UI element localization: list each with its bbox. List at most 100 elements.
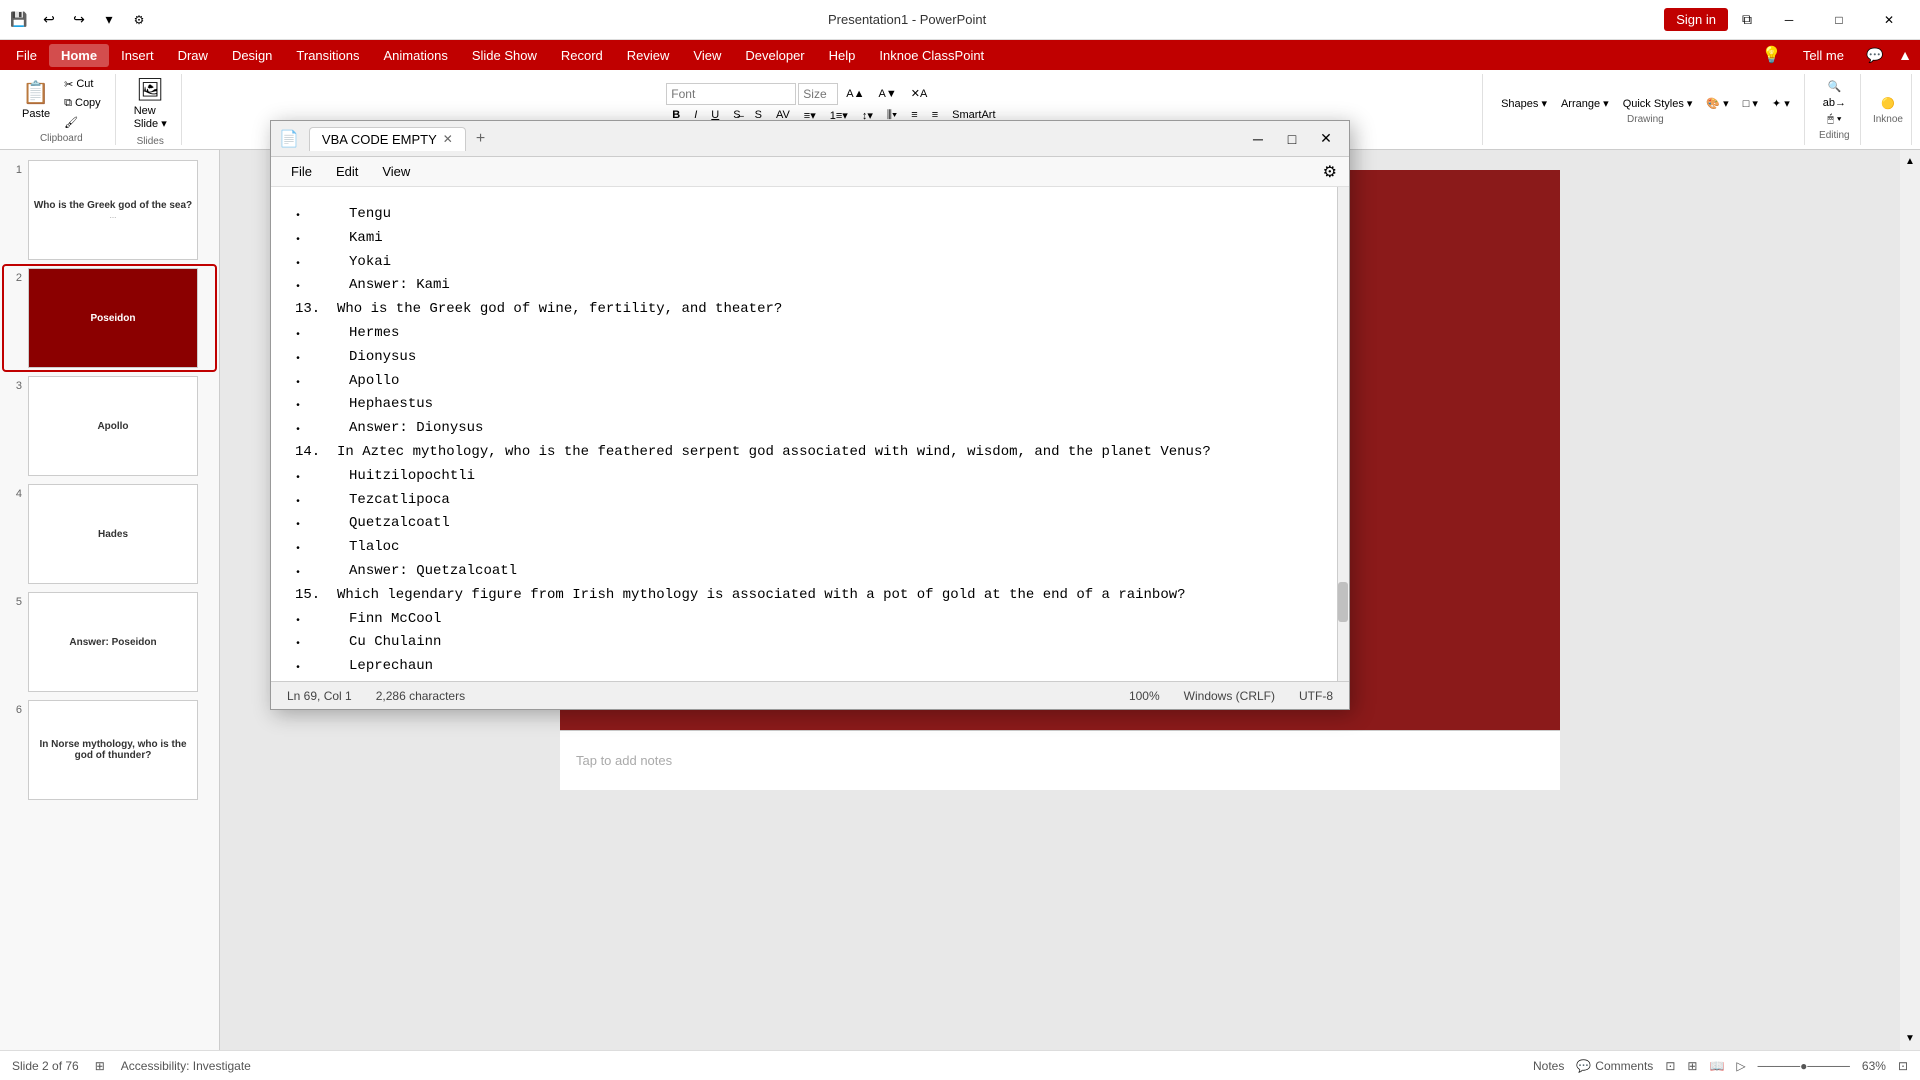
vba-line-yokai: • Yokai (295, 251, 1325, 275)
accessibility-status[interactable]: Accessibility: Investigate (121, 1059, 251, 1073)
menu-animations[interactable]: Animations (372, 44, 460, 67)
quick-styles-button[interactable]: Quick Styles ▾ (1617, 95, 1699, 112)
vba-menu-file[interactable]: File (279, 160, 324, 183)
bullet-icon: • (295, 422, 301, 439)
notes-area[interactable]: Tap to add notes (560, 730, 1560, 790)
shapes-button[interactable]: Shapes ▾ (1495, 95, 1553, 112)
slide-num-2: 2 (6, 272, 22, 284)
redo-icon[interactable]: ↪ (68, 9, 90, 31)
font-size-input[interactable] (798, 83, 838, 105)
slide-thumb-6[interactable]: 6 In Norse mythology, who is the god of … (4, 698, 215, 802)
menu-developer[interactable]: Developer (733, 44, 816, 67)
slide-layout-icon[interactable]: ⊞ (95, 1059, 105, 1073)
undo-icon[interactable]: ↩ (38, 9, 60, 31)
more-options-icon[interactable]: ⚙ (128, 9, 150, 31)
menu-inknoe[interactable]: Inknoe ClassPoint (867, 44, 996, 67)
menu-insert[interactable]: Insert (109, 44, 166, 67)
vba-title-bar: 📄 VBA CODE EMPTY ✕ + ─ □ ✕ (271, 121, 1349, 157)
vba-line-q14: 14. In Aztec mythology, who is the feath… (295, 441, 1325, 465)
vba-line-answer-kami: • Answer: Kami (295, 274, 1325, 298)
decrease-font-button[interactable]: A▼ (873, 86, 903, 102)
reading-view-button[interactable]: 📖 (1709, 1059, 1724, 1073)
slide-thumb-5[interactable]: 5 Answer: Poseidon (4, 590, 215, 694)
customize-quick-access-icon[interactable]: ▾ (98, 9, 120, 31)
slide-sorter-button[interactable]: ⊞ (1687, 1059, 1697, 1073)
increase-font-button[interactable]: A▲ (840, 86, 870, 102)
vba-text-yokai: Yokai (309, 251, 1325, 275)
scroll-up-button[interactable]: ▲ (1903, 154, 1917, 169)
slide-preview-6: In Norse mythology, who is the god of th… (28, 700, 198, 800)
notes-button[interactable]: Notes (1533, 1059, 1564, 1073)
lightbulb-icon[interactable]: 💡 (1761, 44, 1783, 66)
slides-label: Slides (137, 136, 164, 147)
menu-slideshow[interactable]: Slide Show (460, 44, 549, 67)
scrollbar-thumb[interactable] (1338, 582, 1348, 622)
slide-thumb-4[interactable]: 4 Hades (4, 482, 215, 586)
vba-menu-view[interactable]: View (370, 160, 422, 183)
vba-settings-icon[interactable]: ⚙ (1319, 158, 1341, 186)
vba-text-apollo: Apollo (309, 370, 1325, 394)
inknoe-icon[interactable]: 🟡 (1875, 95, 1901, 112)
vba-close-button[interactable]: ✕ (1311, 126, 1341, 152)
close-button[interactable]: ✕ (1866, 5, 1912, 35)
save-icon[interactable]: 💾 (8, 9, 30, 31)
arrange-button[interactable]: Arrange ▾ (1555, 95, 1615, 112)
menu-review[interactable]: Review (615, 44, 682, 67)
vba-line-huitzilopochtli: • Huitzilopochtli (295, 465, 1325, 489)
maximize-button[interactable]: □ (1816, 5, 1862, 35)
menu-transitions[interactable]: Transitions (284, 44, 371, 67)
vba-minimize-button[interactable]: ─ (1243, 126, 1273, 152)
vba-scrollbar[interactable] (1337, 187, 1349, 681)
restore-down-icon[interactable]: ⧉ (1736, 9, 1758, 31)
slide-num-1: 1 (6, 164, 22, 176)
tell-me-button[interactable]: Tell me (1791, 44, 1856, 67)
menu-view[interactable]: View (681, 44, 733, 67)
menu-home[interactable]: Home (49, 44, 109, 67)
zoom-level: 63% (1862, 1059, 1886, 1073)
app-title: Presentation1 - PowerPoint (828, 12, 986, 27)
shape-outline-button[interactable]: □ ▾ (1737, 95, 1764, 112)
menu-design[interactable]: Design (220, 44, 284, 67)
find-button[interactable]: 🔍 (1821, 78, 1847, 95)
copy-button[interactable]: ⧉ Copy (58, 95, 107, 112)
slide-thumb-3[interactable]: 3 Apollo (4, 374, 215, 478)
ribbon-menu: File Home Insert Draw Design Transitions… (0, 40, 1920, 70)
vba-tab-close-button[interactable]: ✕ (443, 132, 453, 146)
minimize-button[interactable]: ─ (1766, 5, 1812, 35)
shape-effects-button[interactable]: ✦ ▾ (1766, 95, 1796, 112)
clear-format-button[interactable]: ✕A (905, 85, 934, 102)
fit-slide-button[interactable]: ⊡ (1898, 1059, 1908, 1073)
comments-button[interactable]: 💬 Comments (1576, 1059, 1653, 1073)
vba-menu-edit[interactable]: Edit (324, 160, 370, 183)
font-family-input[interactable] (666, 83, 796, 105)
menu-record[interactable]: Record (549, 44, 615, 67)
slideshow-button[interactable]: ▷ (1736, 1059, 1745, 1073)
vba-line-apollo: • Apollo (295, 370, 1325, 394)
paste-button[interactable]: 📋 Paste (16, 76, 56, 131)
menu-help[interactable]: Help (817, 44, 868, 67)
scroll-down-button[interactable]: ▼ (1903, 1031, 1917, 1046)
vba-line-kami: • Kami (295, 227, 1325, 251)
slide-thumb-2[interactable]: 2 Poseidon (4, 266, 215, 370)
vba-text-tengu: Tengu (309, 203, 1325, 227)
vba-content[interactable]: • Tengu • Kami • Yokai • Answer: Kami 13… (271, 187, 1349, 681)
vba-line-ending: Windows (CRLF) (1184, 689, 1275, 703)
sign-in-button[interactable]: Sign in (1664, 8, 1728, 31)
collapse-ribbon-icon[interactable]: ▲ (1894, 44, 1916, 66)
format-painter-button[interactable]: 🖌 (58, 114, 107, 131)
menu-draw[interactable]: Draw (166, 44, 220, 67)
cut-button[interactable]: ✂ Cut (58, 76, 107, 93)
replace-button[interactable]: ab→ (1817, 95, 1852, 111)
normal-view-button[interactable]: ⊡ (1665, 1059, 1675, 1073)
vba-status-left: Ln 69, Col 1 2,286 characters (287, 689, 465, 703)
zoom-slider[interactable]: ─────●───── (1758, 1059, 1850, 1073)
vba-tab-main[interactable]: VBA CODE EMPTY ✕ (309, 127, 466, 151)
vba-add-tab-button[interactable]: + (468, 126, 493, 152)
comments-icon[interactable]: 💬 (1864, 44, 1886, 66)
new-slide-button[interactable]: 🖼 NewSlide ▾ (128, 73, 173, 134)
shape-fill-button[interactable]: 🎨 ▾ (1700, 95, 1734, 112)
slide-thumb-1[interactable]: 1 Who is the Greek god of the sea? ... (4, 158, 215, 262)
select-button[interactable]: 🖱 ▾ (1821, 111, 1847, 128)
vba-maximize-button[interactable]: □ (1277, 126, 1307, 152)
menu-file[interactable]: File (4, 44, 49, 67)
